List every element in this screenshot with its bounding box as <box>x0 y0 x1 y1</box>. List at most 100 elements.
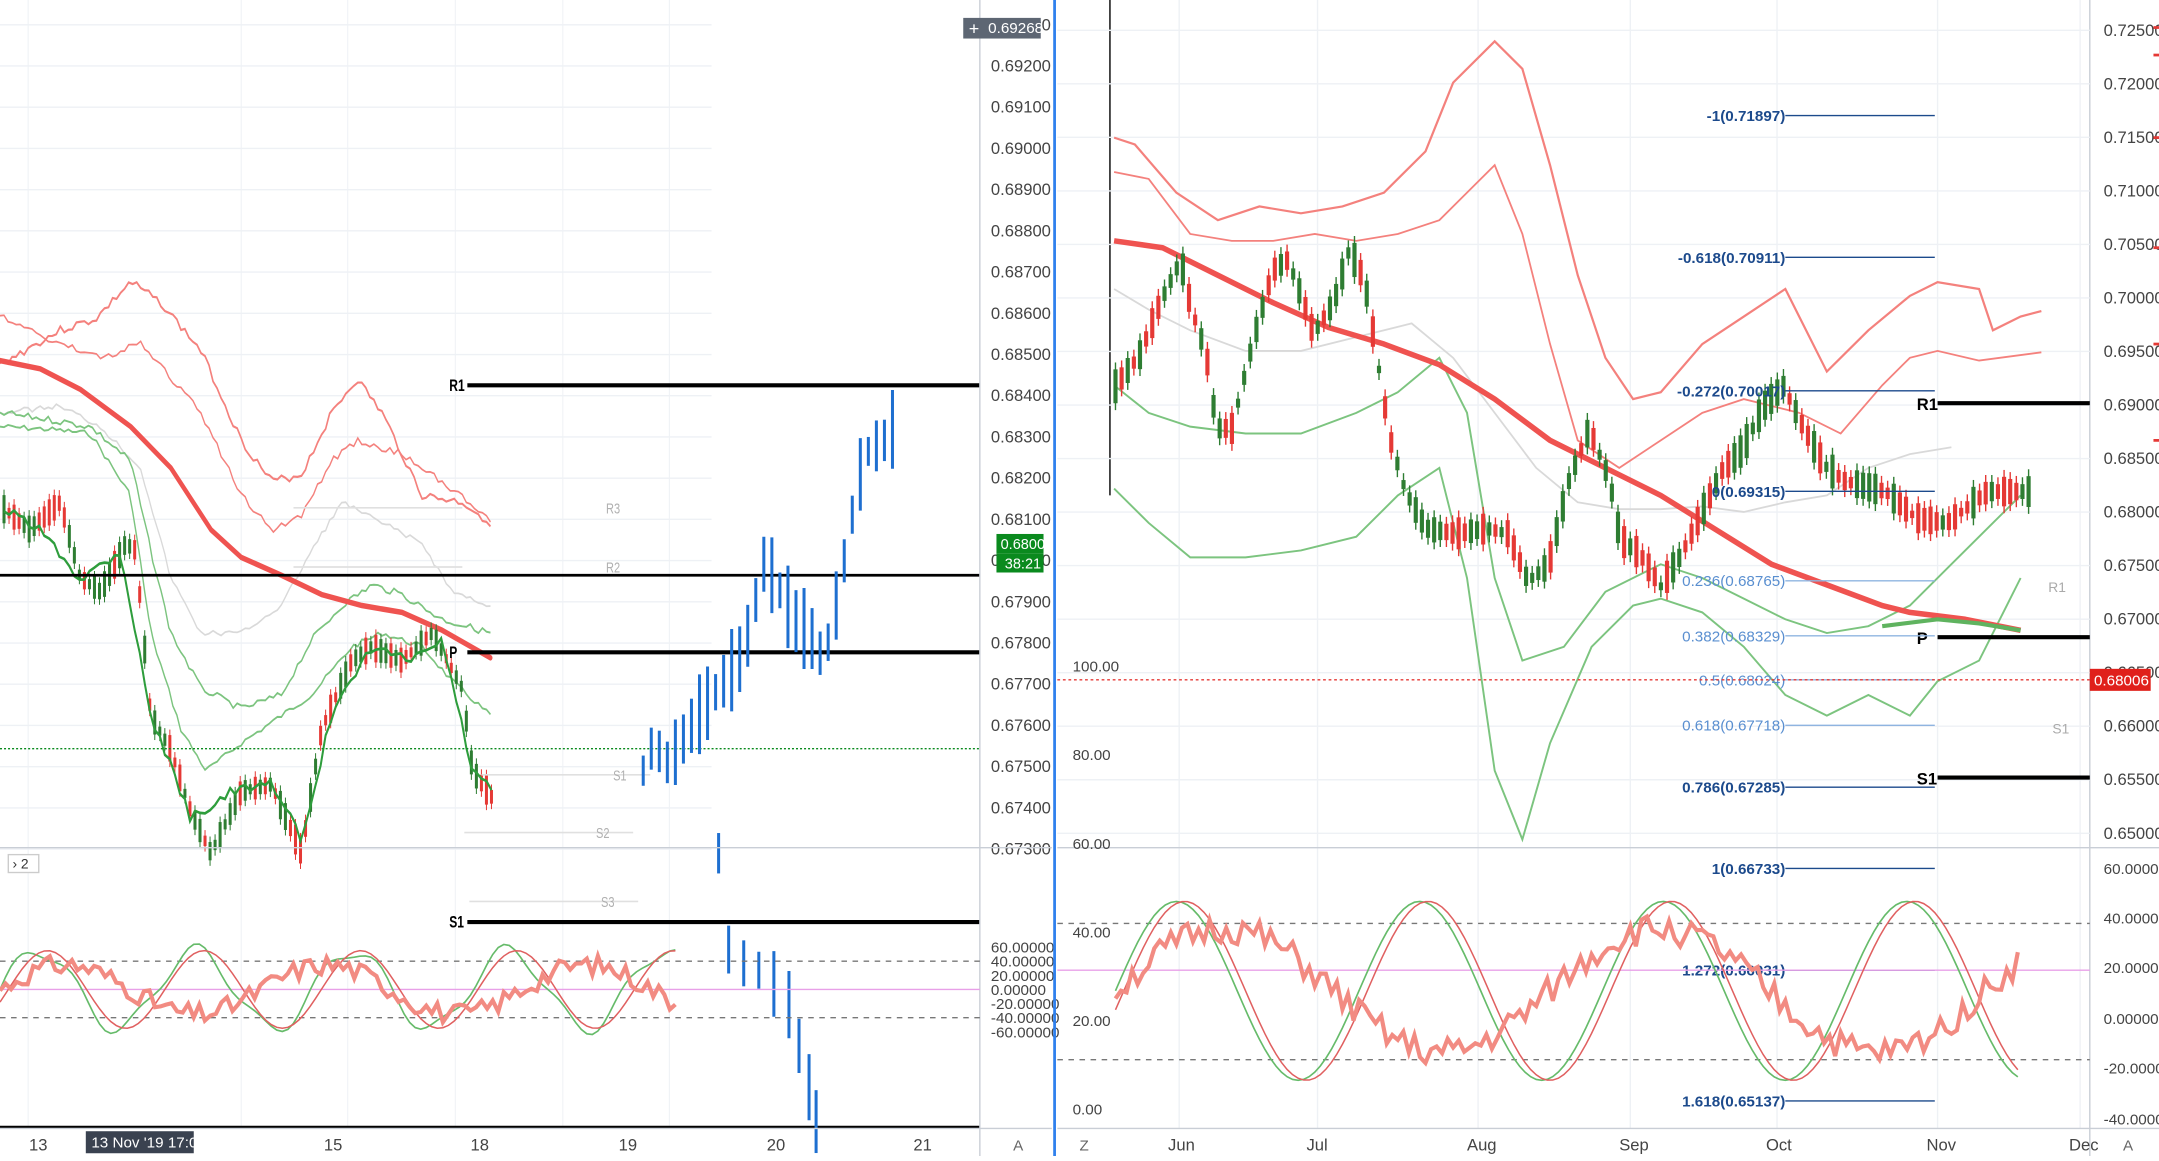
candle-body <box>1928 506 1933 535</box>
fib-label: 0(0.69315) <box>1712 484 1786 501</box>
candle-body <box>1168 274 1173 288</box>
faint-pivot-label: R2 <box>606 559 620 576</box>
right-oscillator-pane[interactable]: 100.00 80.00 60.00 40.00 20.00 0.00 60.00000 40… <box>1057 659 2159 1161</box>
candle-body <box>1652 567 1657 587</box>
candle-body <box>1959 507 1964 517</box>
current-price-value: 0.68003 <box>1001 537 1054 553</box>
candle-body <box>424 631 428 646</box>
price-axis-label: 0.68100 <box>991 510 1051 529</box>
price-axis-label: 0.72500 <box>2104 21 2159 40</box>
candle-body <box>1450 522 1455 544</box>
crosshair-plus-icon: + <box>969 18 980 38</box>
momentum-line <box>1113 912 2020 1067</box>
candle-body <box>67 525 71 548</box>
candle-body <box>1799 415 1804 434</box>
candle-body <box>1327 296 1333 321</box>
candle-body <box>1260 296 1265 318</box>
candle-body <box>1812 431 1817 463</box>
candle-body <box>1468 519 1473 544</box>
candle-body <box>57 495 61 511</box>
candle-body <box>1720 462 1725 479</box>
candle-body <box>1689 523 1694 544</box>
chart-canvas[interactable]: R3R2S1S2S3R1PS10.693000.692000.691000.69… <box>0 0 2159 1161</box>
time-axis-label: Jun <box>1168 1136 1195 1155</box>
candle-body <box>1199 328 1204 350</box>
candle-body <box>1358 259 1363 286</box>
candle-body <box>1364 280 1369 307</box>
price-axis-label: 0.68200 <box>991 469 1051 488</box>
candle-body <box>1474 521 1480 540</box>
candle-body <box>1499 527 1504 538</box>
candle-body <box>1579 443 1584 456</box>
candle-body <box>1315 320 1320 334</box>
current-price-value: 0.68006 <box>2094 672 2149 689</box>
candle-body <box>1542 555 1547 582</box>
candle-body <box>213 839 217 851</box>
candle-body <box>1983 481 1988 505</box>
price-axis-label: 0.67600 <box>991 716 1051 735</box>
candle-body <box>1873 473 1878 505</box>
candle-body <box>1297 278 1302 304</box>
candle-body <box>1640 550 1645 566</box>
candle-body <box>1677 548 1682 568</box>
candle-body <box>1622 526 1627 559</box>
candle-body <box>1946 513 1951 531</box>
time-axis-label: 15 <box>324 1136 342 1155</box>
price-axis-label: 0.71500 <box>2104 128 2159 147</box>
candle-body <box>278 790 282 820</box>
time-axis-label: 18 <box>471 1136 489 1155</box>
candle-body <box>1419 509 1424 533</box>
zoom-button: Z <box>1080 1138 1089 1155</box>
candle-body <box>1235 398 1241 408</box>
faint-pivot-label: S2 <box>596 824 610 841</box>
candle-body <box>1211 394 1216 418</box>
price-axis-label: 0.68600 <box>991 304 1051 323</box>
price-axis-label: 0.70000 <box>2104 288 2159 307</box>
candle-body <box>314 758 318 775</box>
candle-body <box>1162 286 1167 301</box>
candle-body <box>364 637 368 665</box>
osc-right-axis-label: 20.00000 <box>2104 960 2159 977</box>
candle-body <box>1444 523 1449 541</box>
candle-body <box>1481 513 1486 545</box>
pivot-label-s1: S1 <box>449 914 464 932</box>
moving-average-line <box>1113 238 2022 633</box>
candle-body <box>1597 449 1602 460</box>
candle-body <box>1536 566 1541 581</box>
left-price-pane[interactable]: R3 R2 S1 S2 S3 R1 P S1 <box>0 0 980 1154</box>
faint-pivot-label: S3 <box>601 893 615 910</box>
candle-body <box>1229 412 1234 444</box>
candle-body <box>1744 423 1749 459</box>
candle-body <box>1756 399 1762 433</box>
candle-body <box>1346 247 1351 259</box>
candle-body <box>1462 523 1467 542</box>
time-axis-label: 21 <box>913 1136 931 1155</box>
candle-body <box>1530 572 1535 583</box>
candle-body <box>1174 261 1179 276</box>
candle-body <box>72 547 76 564</box>
candle-body <box>1615 511 1621 544</box>
osc-left-axis-label: 80.00 <box>1073 747 1111 764</box>
candle-body <box>1413 497 1418 523</box>
pivot-label-r1: R1 <box>1917 395 1938 414</box>
candle-body <box>2014 482 2019 501</box>
chart-workspace[interactable]: R3R2S1S2S3R1PS10.693000.692000.691000.69… <box>0 0 2159 1161</box>
time-axis-label: Nov <box>1926 1136 1956 1155</box>
candle-body <box>1113 369 1118 404</box>
candle-body <box>1897 492 1902 516</box>
fib-label: 1.272(0.66031) <box>1682 963 1785 980</box>
candle-body <box>1321 310 1326 326</box>
candle-body <box>1818 442 1823 474</box>
time-axis-label: Aug <box>1467 1136 1497 1155</box>
candle-body <box>1683 540 1688 553</box>
osc-right-axis-label: -40.00000 <box>2104 1111 2159 1128</box>
candle-body <box>218 822 222 848</box>
candle-body <box>173 757 177 768</box>
left-oscillator-pane[interactable]: › 260.0000040.0000020.000000.00000-20.00… <box>0 847 1059 1042</box>
candle-body <box>2020 484 2025 499</box>
time-axis-label: Sep <box>1619 1136 1649 1155</box>
candle-body <box>2002 476 2007 507</box>
price-axis-label: 0.69000 <box>991 139 1051 158</box>
right-price-pane[interactable]: 0.72500 0.72000 0.71500 0.71000 0.70500 0.700… <box>1057 0 2159 1156</box>
moving-average-line <box>0 357 493 661</box>
